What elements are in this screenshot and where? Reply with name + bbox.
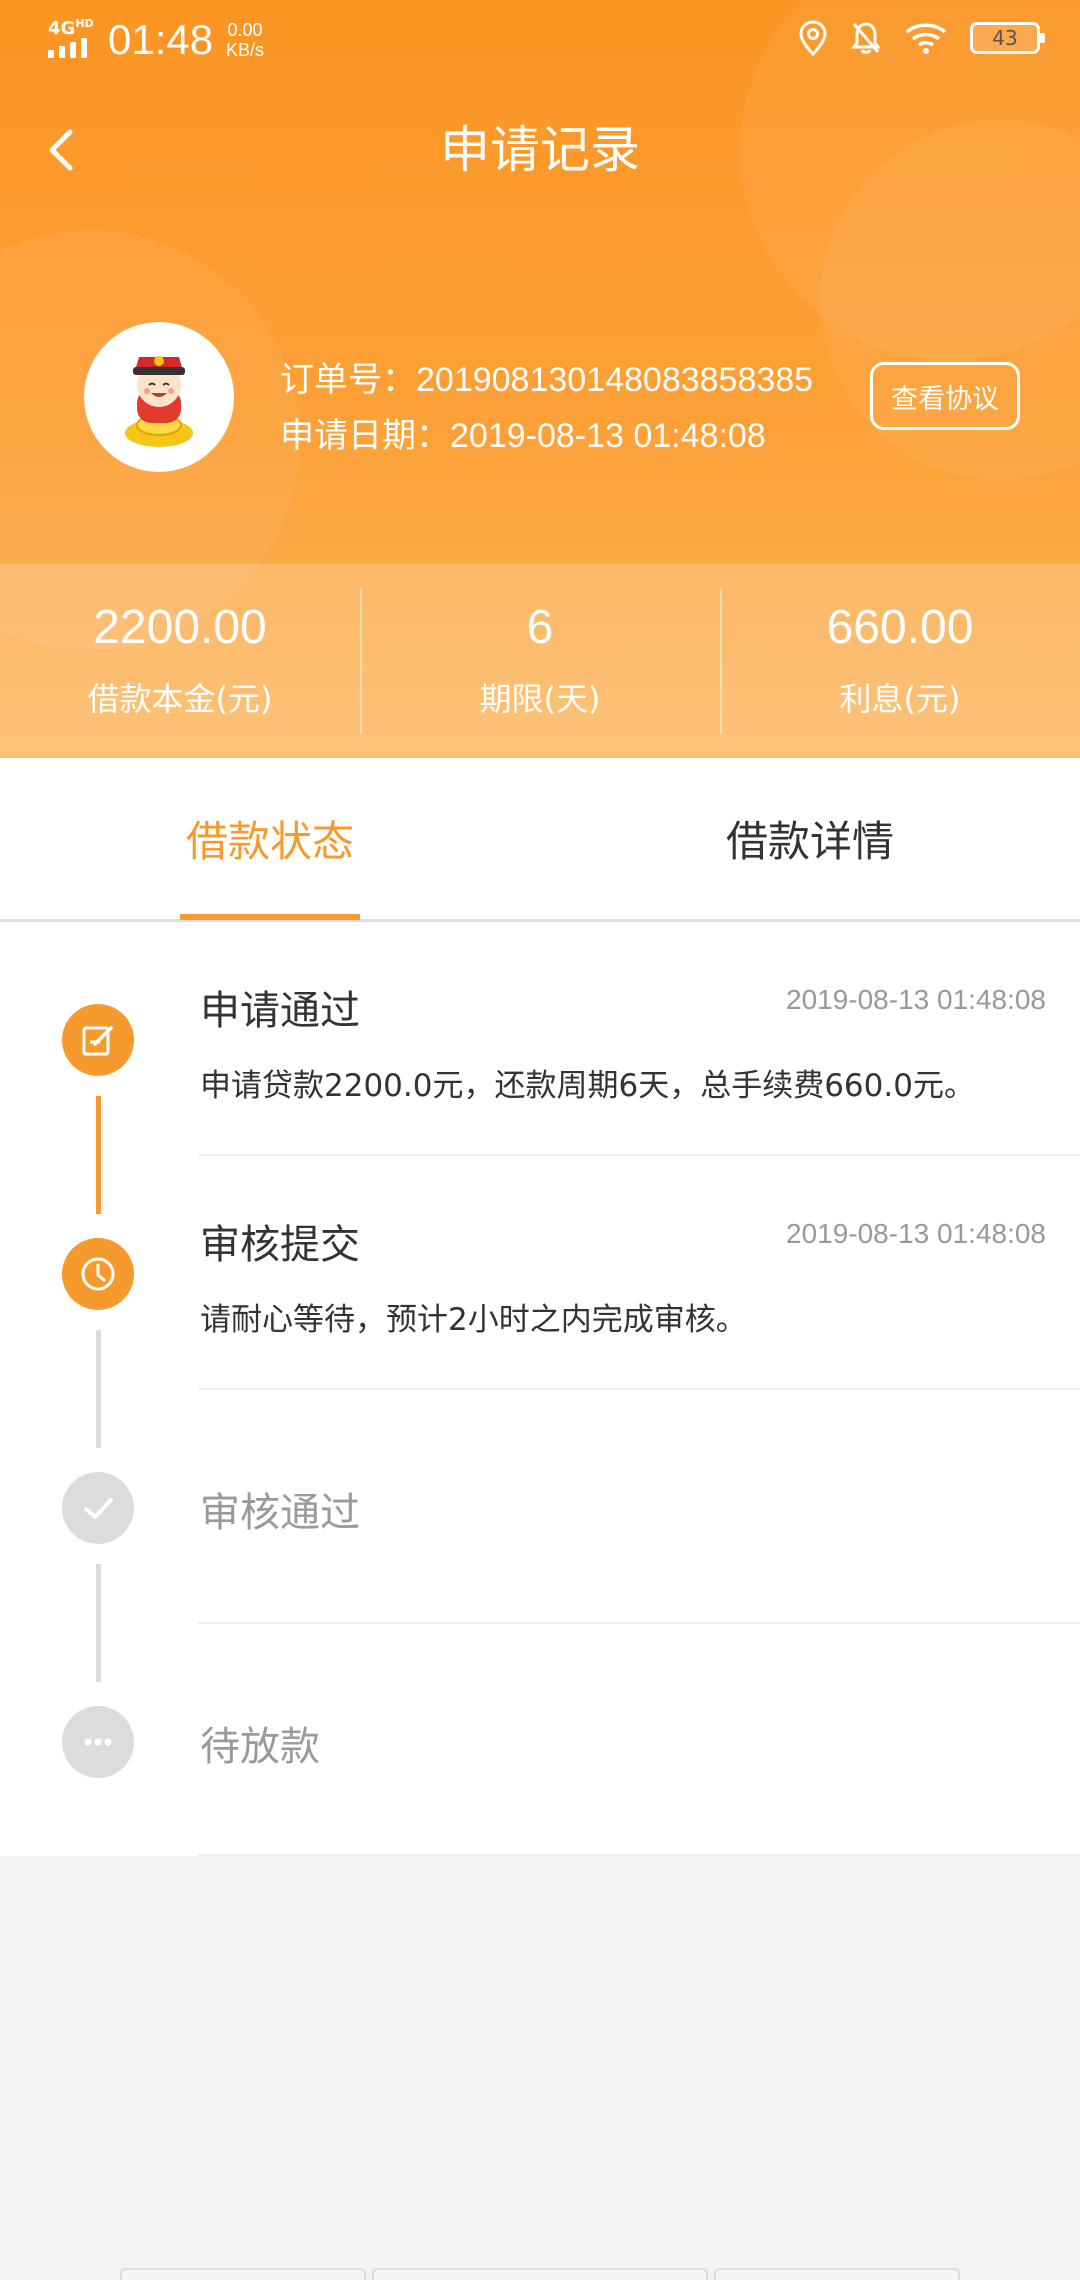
stat-label: 借款本金(元): [87, 680, 273, 718]
bottom-card-edge: [372, 2268, 708, 2280]
edit-icon: [62, 1004, 134, 1076]
timeline-item: 申请通过 2019-08-13 01:48:08 申请贷款2200.0元，还款周…: [0, 922, 1080, 1156]
header-banner: 4GHD 01:48 0.00 KB/s 43 申请记录 订单号：2019081…: [0, 0, 1080, 758]
clock-icon: [62, 1238, 134, 1310]
stat-label: 利息(元): [839, 680, 961, 718]
tab-loan-status[interactable]: 借款状态: [0, 758, 540, 920]
timeline-title: 审核通过: [200, 1490, 360, 1536]
wifi-icon: [905, 23, 947, 54]
network-speed: 0.00 KB/s: [226, 20, 265, 60]
timeline-title: 待放款: [200, 1724, 320, 1770]
timeline-item: 审核提交 2019-08-13 01:48:08 请耐心等待，预计2小时之内完成…: [0, 1156, 1080, 1390]
order-number: 订单号：2019081301480838583​85: [280, 361, 814, 399]
status-timeline: 申请通过 2019-08-13 01:48:08 申请贷款2200.0元，还款周…: [0, 922, 1080, 1856]
status-bar: 4GHD 01:48 0.00 KB/s 43: [0, 0, 1080, 84]
timeline-item: 审核通过: [0, 1390, 1080, 1624]
divider: [198, 1854, 1080, 1856]
more-icon: [62, 1706, 134, 1778]
tab-bar: 借款状态 借款详情: [0, 758, 1080, 922]
view-agreement-button[interactable]: 查看协议: [870, 362, 1020, 430]
stat-label: 期限(天): [479, 680, 601, 718]
bell-off-icon: [851, 22, 881, 54]
timeline-time: 2019-08-13 01:48:08: [786, 1218, 1046, 1249]
timeline-desc: 申请贷款2200.0元，还款周期6天，总手续费660.0元。: [200, 1068, 975, 1104]
tab-loan-details[interactable]: 借款详情: [540, 758, 1080, 919]
network-indicator: 4GHD: [48, 17, 94, 39]
timeline-item: 待放款: [0, 1624, 1080, 1858]
stat-value: 6: [526, 601, 554, 654]
mascot-icon: [125, 356, 193, 447]
timeline-title: 审核提交: [200, 1222, 360, 1268]
bottom-card-edge: [714, 2268, 960, 2280]
stat-principal: 2200.00 借款本金(元): [0, 564, 360, 758]
stat-value: 2200.00: [93, 601, 267, 654]
stat-value: 660.00: [826, 601, 974, 654]
stat-term: 6 期限(天): [360, 564, 720, 758]
battery-icon: 43: [970, 22, 1045, 54]
timeline-title: 申请通过: [200, 988, 360, 1034]
timeline-time: 2019-08-13 01:48:08: [786, 984, 1046, 1015]
check-icon: [62, 1472, 134, 1544]
loan-summary: 2200.00 借款本金(元) 6 期限(天) 660.00 利息(元): [0, 564, 1080, 758]
avatar: [84, 322, 234, 472]
bottom-card-edge: [120, 2268, 366, 2280]
status-time: 01:48: [108, 16, 214, 63]
apply-date: 申请日期：2019-08-13 01:48:08: [280, 417, 766, 455]
stat-interest: 660.00 利息(元): [720, 564, 1080, 758]
timeline-desc: 请耐心等待，预计2小时之内完成审核。: [200, 1302, 747, 1338]
signal-icon: [48, 38, 87, 58]
page-title: 申请记录: [440, 121, 640, 179]
location-icon: [799, 20, 827, 56]
